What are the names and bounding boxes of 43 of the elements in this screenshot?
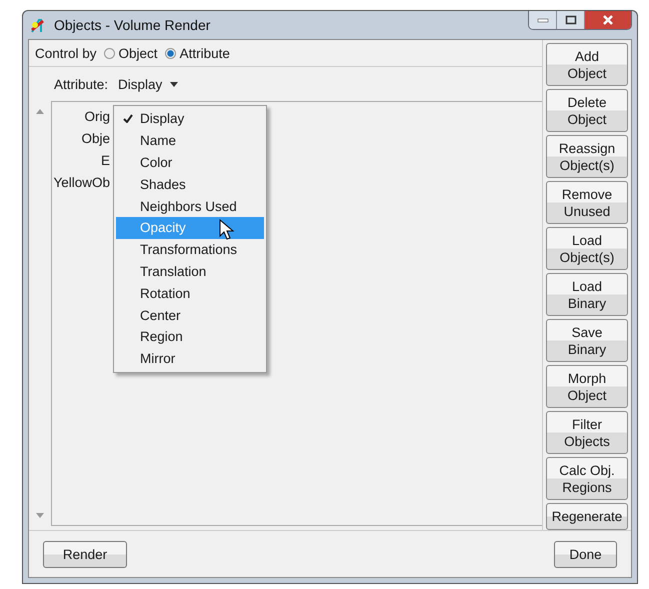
menu-item[interactable]: Mirror [116, 348, 264, 370]
side-button[interactable]: Add Object [546, 43, 628, 86]
menu-item[interactable]: Region [116, 326, 264, 348]
done-button[interactable]: Done [554, 540, 617, 568]
render-button[interactable]: Render [43, 540, 127, 568]
minimize-icon [536, 17, 548, 23]
side-button[interactable]: Load Object(s) [546, 227, 628, 270]
menu-item[interactable]: Neighbors Used [116, 195, 264, 217]
menu-item[interactable]: Rotation [116, 282, 264, 304]
caret-icon [170, 82, 178, 86]
side-button[interactable]: Save Binary [546, 319, 628, 362]
side-button[interactable]: Calc Obj. Regions [546, 457, 628, 500]
object-name[interactable]: YellowOb [52, 172, 110, 194]
side-button[interactable]: Delete Object [546, 89, 628, 132]
maximize-button[interactable] [557, 11, 585, 29]
menu-item[interactable]: Name [116, 130, 264, 152]
cursor-icon [219, 218, 235, 241]
scroll-down-icon[interactable] [36, 513, 44, 518]
object-name[interactable]: E [52, 150, 110, 172]
side-button[interactable]: Morph Object [546, 365, 628, 408]
close-button[interactable] [585, 11, 631, 29]
radio-option[interactable]: Attribute [164, 46, 230, 60]
attribute-dropdown[interactable]: Display [118, 76, 178, 92]
menu-item[interactable]: Center [116, 304, 264, 326]
close-icon [602, 15, 614, 25]
menu-item[interactable]: Transformations [116, 238, 264, 261]
side-button[interactable]: Load Binary [546, 273, 628, 316]
window-title: Objects - Volume Render [54, 17, 210, 33]
maximize-icon [564, 15, 576, 25]
side-button[interactable]: Reassign Object(s) [546, 135, 628, 178]
object-name[interactable]: Orig [52, 106, 110, 128]
side-button[interactable]: Filter Objects [546, 411, 628, 454]
control-by-label: Control by [35, 46, 97, 60]
menu-item[interactable]: Color [116, 152, 264, 174]
scroll-up-icon[interactable] [36, 109, 44, 114]
menu-item[interactable]: Translation [116, 260, 264, 282]
radio-option[interactable]: Object [104, 46, 158, 60]
attribute-label: Attribute: [54, 76, 108, 92]
side-button[interactable]: Regenerate [546, 503, 628, 530]
menu-item[interactable]: Shades [116, 173, 264, 196]
menu-item[interactable]: Display [116, 108, 264, 130]
side-button[interactable]: Remove Unused [546, 181, 628, 224]
object-name[interactable]: Obje [52, 128, 110, 150]
